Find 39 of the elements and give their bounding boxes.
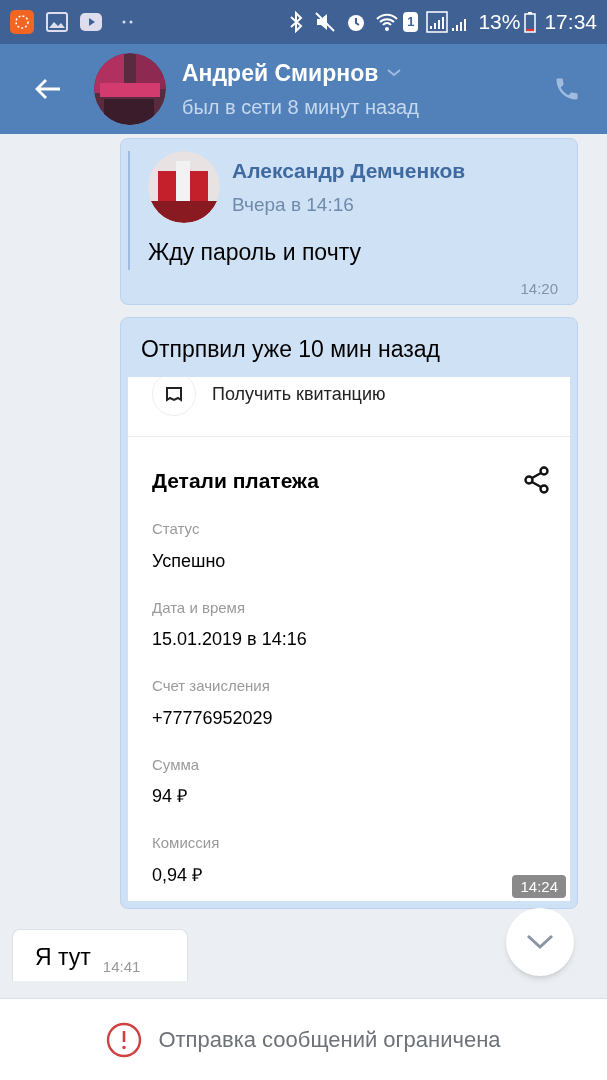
more-icon: [122, 20, 134, 24]
battery-icon: [524, 11, 537, 33]
message-text: Я тут: [35, 943, 91, 972]
chevron-down-icon[interactable]: [386, 68, 403, 78]
message-time: 14:24: [512, 874, 566, 898]
video-icon: [80, 13, 102, 31]
contact-name[interactable]: Андрей Смирнов: [182, 55, 379, 91]
share-icon[interactable]: [524, 466, 550, 495]
forward-date: Вчера в 14:16: [232, 192, 355, 217]
message-time: 14:20: [520, 278, 558, 299]
field-label: Комиссия: [152, 833, 220, 853]
field-label: Статус: [152, 519, 200, 539]
field-label: Дата и время: [152, 597, 246, 618]
image-icon: [46, 12, 68, 32]
scroll-down-button[interactable]: [506, 908, 574, 976]
warning-icon: [106, 1021, 143, 1058]
back-icon[interactable]: [34, 77, 62, 101]
field-value: Успешно: [152, 549, 226, 573]
notice-text: Отправка сообщений ограничена: [158, 1026, 501, 1054]
message-text: Отпрпвил уже 10 мин назад: [140, 335, 442, 364]
field-value: 0,94 ₽: [152, 863, 203, 887]
field-value: +77776952029: [152, 706, 273, 730]
field-label: Счет зачисления: [152, 676, 270, 696]
wifi-icon: [375, 12, 400, 32]
chevron-down-icon: [526, 934, 554, 950]
last-seen: был в сети 8 минут назад: [182, 95, 420, 121]
section-title: Детали платежа: [152, 467, 319, 494]
field-value: 94 ₽: [152, 785, 188, 808]
bluetooth-icon: [289, 11, 304, 33]
message-time: 14:41: [102, 957, 141, 977]
menu-item-label[interactable]: Получить квитанцию: [212, 380, 386, 408]
app-icon: [10, 10, 34, 34]
author-name[interactable]: Александр Демченков: [232, 155, 466, 187]
message-text: Жду пароль и почту: [148, 238, 362, 267]
clock: 17:34: [544, 9, 597, 36]
battery-percent: 13%: [478, 9, 521, 36]
field-label: Сумма: [152, 754, 200, 775]
sim-indicator: 1: [403, 12, 419, 32]
field-value: 15.01.2019 в 14:16: [152, 628, 307, 651]
